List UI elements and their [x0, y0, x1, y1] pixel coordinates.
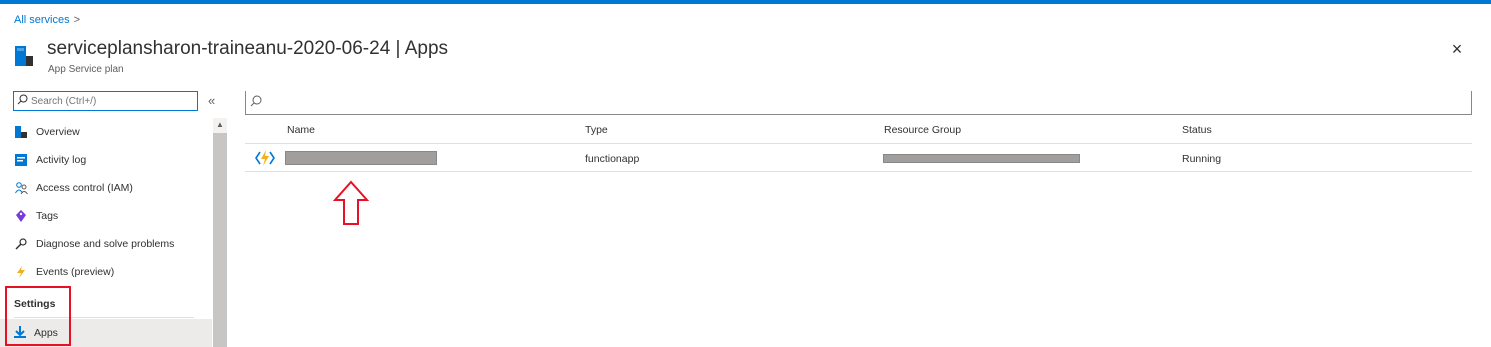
sidebar: « ▲ Overview Activity log Access control… [0, 88, 228, 347]
sidebar-item-tags[interactable]: Tags [0, 202, 212, 230]
page-subtitle: App Service plan [48, 64, 124, 75]
sidebar-item-diagnose[interactable]: Diagnose and solve problems [0, 230, 212, 258]
activity-log-icon [14, 153, 28, 167]
column-header-type[interactable]: Type [585, 124, 608, 136]
sidebar-item-overview[interactable]: Overview [0, 118, 212, 146]
search-icon [17, 92, 28, 110]
sidebar-search-input[interactable] [31, 95, 191, 107]
sidebar-item-label: Overview [36, 126, 80, 138]
scroll-up-arrow-icon[interactable]: ▲ [216, 120, 224, 129]
sidebar-item-label: Activity log [36, 154, 87, 166]
sidebar-item-activity-log[interactable]: Activity log [0, 146, 212, 174]
sidebar-item-label: Diagnose and solve problems [36, 238, 175, 250]
app-service-plan-icon [14, 44, 34, 68]
sidebar-item-label: Tags [36, 210, 59, 222]
lightning-icon [14, 265, 28, 279]
function-app-icon [255, 149, 275, 167]
breadcrumb: All services > [14, 14, 80, 26]
overview-icon [14, 125, 28, 139]
sidebar-item-label: Events (preview) [36, 266, 115, 278]
collapse-sidebar-icon[interactable]: « [208, 93, 215, 108]
close-icon[interactable]: × [1448, 40, 1466, 58]
cell-status: Running [1182, 153, 1222, 165]
up-arrow-annotation-icon [332, 180, 370, 226]
sidebar-nav: Overview Activity log Access control (IA… [0, 118, 212, 286]
column-header-resource-group[interactable]: Resource Group [884, 124, 961, 136]
sidebar-search-box[interactable] [13, 91, 198, 111]
apps-filter-input[interactable] [262, 96, 1442, 109]
cell-type: functionapp [585, 153, 640, 165]
sidebar-item-label: Access control (IAM) [36, 182, 133, 194]
tag-icon [14, 209, 28, 223]
breadcrumb-link-all-services[interactable]: All services [14, 14, 70, 26]
search-icon [250, 94, 262, 112]
table-row[interactable]: functionapp Running [245, 145, 1472, 172]
people-icon [14, 181, 28, 195]
column-header-name[interactable]: Name [287, 124, 315, 136]
apps-filter-box[interactable] [245, 91, 1472, 115]
sidebar-item-events[interactable]: Events (preview) [0, 258, 212, 286]
highlight-annotation-box [5, 286, 71, 346]
apps-table-header: Name Type Resource Group Status [245, 118, 1472, 144]
top-accent-bar [0, 0, 1491, 4]
wrench-icon [14, 237, 28, 251]
page-title: serviceplansharon-traineanu-2020-06-24 |… [47, 38, 449, 59]
column-header-status[interactable]: Status [1182, 124, 1212, 136]
redacted-resource-group [883, 154, 1080, 163]
sidebar-item-access-control[interactable]: Access control (IAM) [0, 174, 212, 202]
redacted-app-name[interactable] [285, 151, 437, 165]
breadcrumb-separator: > [73, 14, 81, 26]
sidebar-scrollbar-thumb[interactable] [213, 133, 227, 347]
